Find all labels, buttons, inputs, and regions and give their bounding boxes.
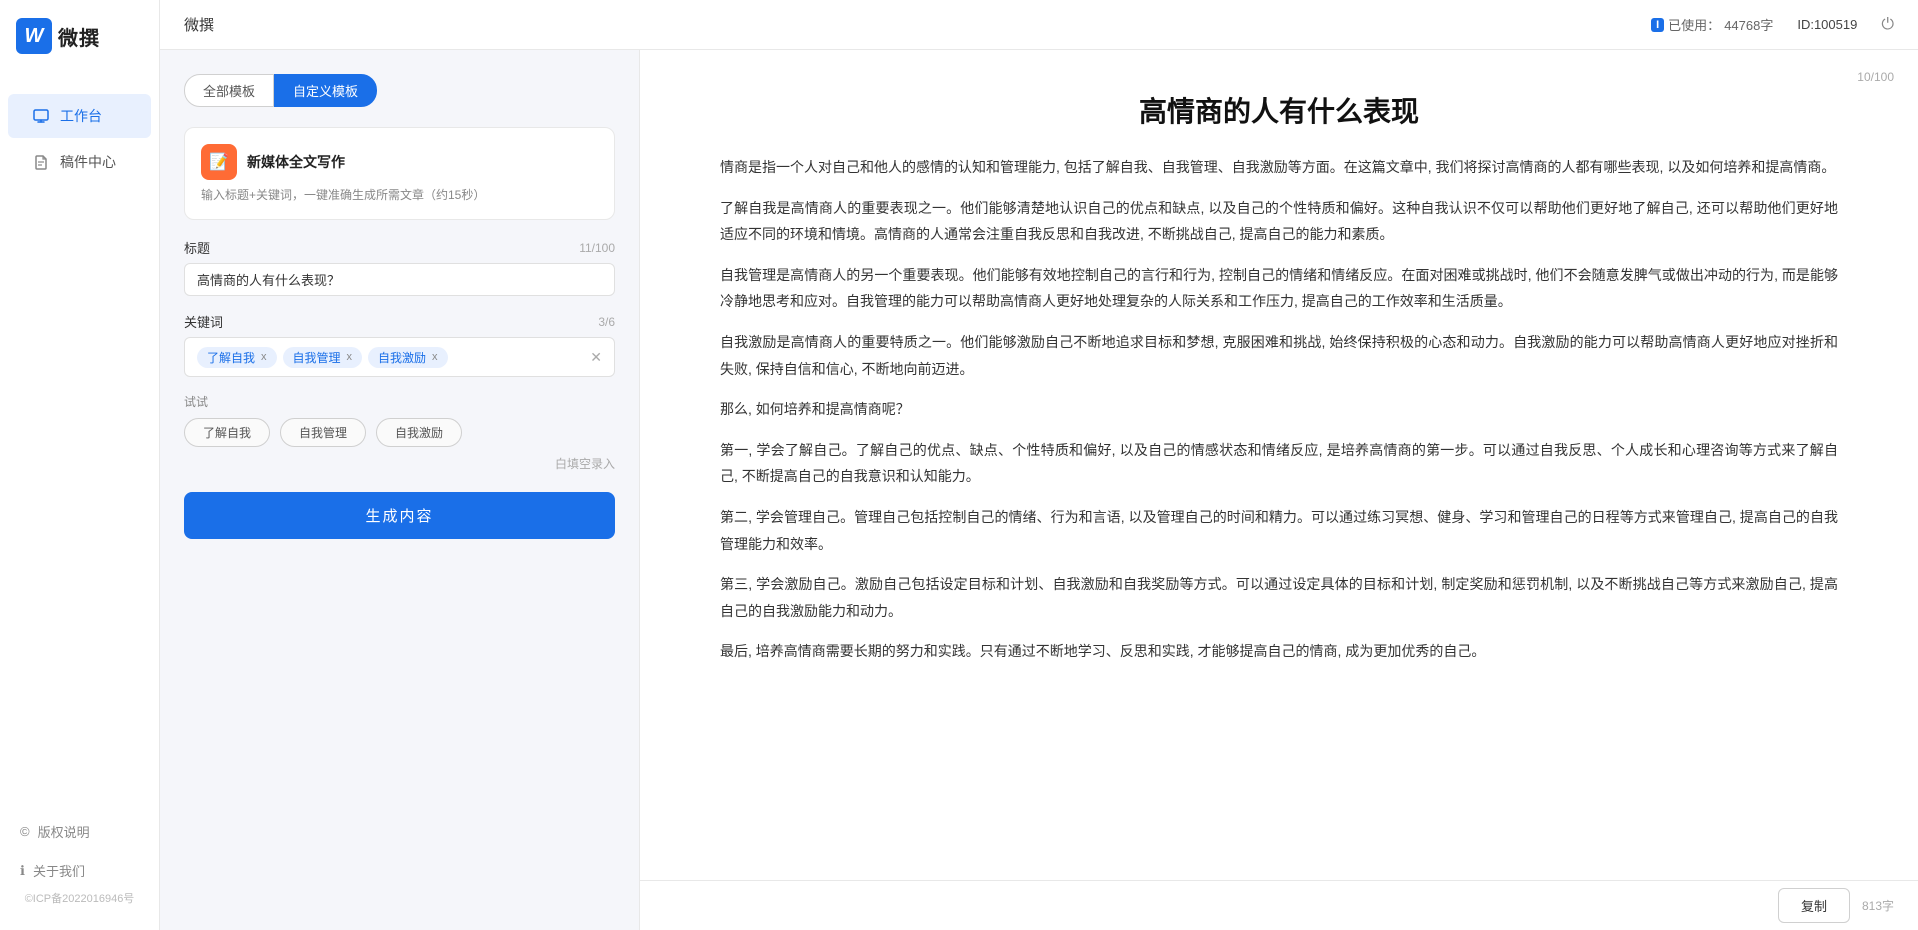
id-badge: ID:100519: [1797, 17, 1857, 32]
article-para-8: 最后, 培养高情商需要长期的努力和实践。只有通过不断地学习、反思和实践, 才能够…: [720, 638, 1838, 665]
article-para-2: 自我管理是高情商人的另一个重要表现。他们能够有效地控制自己的言行和行为, 控制自…: [720, 262, 1838, 315]
right-bottom-bar: 复制 813字: [640, 880, 1918, 930]
sidebar-item-copyright[interactable]: © 版权说明: [0, 812, 159, 851]
article-para-6: 第二, 学会管理自己。管理自己包括控制自己的情绪、行为和言语, 以及管理自己的时…: [720, 504, 1838, 557]
copy-button[interactable]: 复制: [1778, 888, 1850, 923]
file-icon: [32, 153, 50, 171]
sidebar-item-about[interactable]: ℹ 关于我们: [0, 851, 159, 890]
trial-btn-3[interactable]: 自我激励: [376, 418, 462, 447]
sidebar-item-workbench-label: 工作台: [60, 106, 102, 126]
power-icon[interactable]: ⏻: [1881, 16, 1894, 34]
template-name: 新媒体全文写作: [247, 152, 345, 172]
copyright-icon: ©: [20, 824, 30, 839]
sidebar-nav: 工作台 稿件中心: [0, 72, 159, 812]
keyword-tag-2-text: 自我管理: [293, 349, 341, 366]
usage-area: I 已使用： 44768字: [1651, 15, 1773, 34]
logo-icon: W: [16, 18, 52, 54]
title-label-row: 标题 11/100: [184, 238, 615, 257]
article-para-7: 第三, 学会激励自己。激励自己包括设定目标和计划、自我激励和自我奖励等方式。可以…: [720, 571, 1838, 624]
trial-section: 试试 了解自我 自我管理 自我激励 白填空录入: [184, 393, 615, 472]
right-panel: 10/100 高情商的人有什么表现 情商是指一个人对自己和他人的感情的认知和管理…: [640, 50, 1918, 930]
i-icon: I: [1651, 18, 1664, 32]
left-panel: 全部模板 自定义模板 📝 新媒体全文写作 输入标题+关键词，一键准确生成所需文章…: [160, 50, 640, 930]
app-name: 微撰: [58, 22, 100, 51]
title-section: 标题 11/100: [184, 238, 615, 296]
keyword-tag-2: 自我管理 x: [283, 347, 363, 368]
trial-hint: 白填空录入: [184, 455, 615, 472]
keywords-label: 关键词: [184, 312, 223, 331]
article-para-0: 情商是指一个人对自己和他人的感情的认知和管理能力, 包括了解自我、自我管理、自我…: [720, 154, 1838, 181]
keyword-tag-3-close[interactable]: x: [432, 351, 438, 363]
content: 全部模板 自定义模板 📝 新媒体全文写作 输入标题+关键词，一键准确生成所需文章…: [160, 50, 1918, 930]
article-body: 情商是指一个人对自己和他人的感情的认知和管理能力, 包括了解自我、自我管理、自我…: [720, 154, 1838, 665]
template-card-header: 📝 新媒体全文写作: [201, 144, 598, 180]
word-count: 813字: [1862, 897, 1894, 914]
icp-text: ©ICP备2022016946号: [0, 890, 159, 914]
keyword-tag-1-text: 了解自我: [207, 349, 255, 366]
info-icon: ℹ: [20, 863, 25, 879]
article-para-5: 第一, 学会了解自己。了解自己的优点、缺点、个性特质和偏好, 以及自己的情感状态…: [720, 437, 1838, 490]
sidebar-item-workbench[interactable]: 工作台: [8, 94, 151, 138]
template-icon: 📝: [201, 144, 237, 180]
article-counter: 10/100: [1857, 70, 1894, 84]
trial-label: 试试: [184, 393, 615, 410]
keyword-tag-3: 自我激励 x: [368, 347, 448, 368]
template-card: 📝 新媒体全文写作 输入标题+关键词，一键准确生成所需文章（约15秒）: [184, 127, 615, 220]
keywords-counter: 3/6: [598, 315, 615, 329]
sidebar-item-drafts[interactable]: 稿件中心: [8, 140, 151, 184]
desktop-icon: [32, 107, 50, 125]
trial-btn-1[interactable]: 了解自我: [184, 418, 270, 447]
article-para-4: 那么, 如何培养和提高情商呢？: [720, 396, 1838, 423]
article-para-1: 了解自我是高情商人的重要表现之一。他们能够清楚地认识自己的优点和缺点, 以及自己…: [720, 195, 1838, 248]
keywords-section: 关键词 3/6 了解自我 x 自我管理 x 自我激励 x: [184, 312, 615, 377]
template-desc: 输入标题+关键词，一键准确生成所需文章（约15秒）: [201, 186, 598, 203]
trial-btn-2[interactable]: 自我管理: [280, 418, 366, 447]
keywords-label-row: 关键词 3/6: [184, 312, 615, 331]
keyword-tag-1: 了解自我 x: [197, 347, 277, 368]
keyword-tag-3-text: 自我激励: [378, 349, 426, 366]
title-label: 标题: [184, 238, 210, 257]
topbar: 微撰 I 已使用： 44768字 ID:100519 ⏻: [160, 0, 1918, 50]
usage-label: 已使用：: [1668, 15, 1720, 34]
template-info: 新媒体全文写作: [247, 152, 345, 172]
keyword-tag-1-close[interactable]: x: [261, 351, 267, 363]
tab-custom-templates[interactable]: 自定义模板: [274, 74, 377, 107]
usage-value: 44768字: [1724, 15, 1773, 34]
title-counter: 11/100: [579, 241, 615, 255]
trial-btns: 了解自我 自我管理 自我激励: [184, 418, 615, 447]
template-tabs: 全部模板 自定义模板: [184, 74, 615, 107]
topbar-title: 微撰: [184, 14, 214, 35]
keywords-clear[interactable]: ✕: [590, 349, 602, 366]
generate-button[interactable]: 生成内容: [184, 492, 615, 539]
title-input[interactable]: [184, 263, 615, 296]
keyword-tag-2-close[interactable]: x: [347, 351, 353, 363]
sidebar-bottom: © 版权说明 ℹ 关于我们 ©ICP备2022016946号: [0, 812, 159, 930]
sidebar-item-drafts-label: 稿件中心: [60, 152, 116, 172]
tab-all-templates[interactable]: 全部模板: [184, 74, 274, 107]
logo-area: W 微撰: [0, 0, 159, 72]
keywords-box[interactable]: 了解自我 x 自我管理 x 自我激励 x ✕: [184, 337, 615, 377]
article-title: 高情商的人有什么表现: [720, 90, 1838, 130]
article-para-3: 自我激励是高情商人的重要特质之一。他们能够激励自己不断地追求目标和梦想, 克服困…: [720, 329, 1838, 382]
sidebar: W 微撰 工作台 稿件中心 © 版权说明 ℹ 关于我们 ©ICP备2022016…: [0, 0, 160, 930]
topbar-right: I 已使用： 44768字 ID:100519 ⏻: [1651, 15, 1894, 34]
main: 微撰 I 已使用： 44768字 ID:100519 ⏻ 全部模板 自定义模板 …: [160, 0, 1918, 930]
